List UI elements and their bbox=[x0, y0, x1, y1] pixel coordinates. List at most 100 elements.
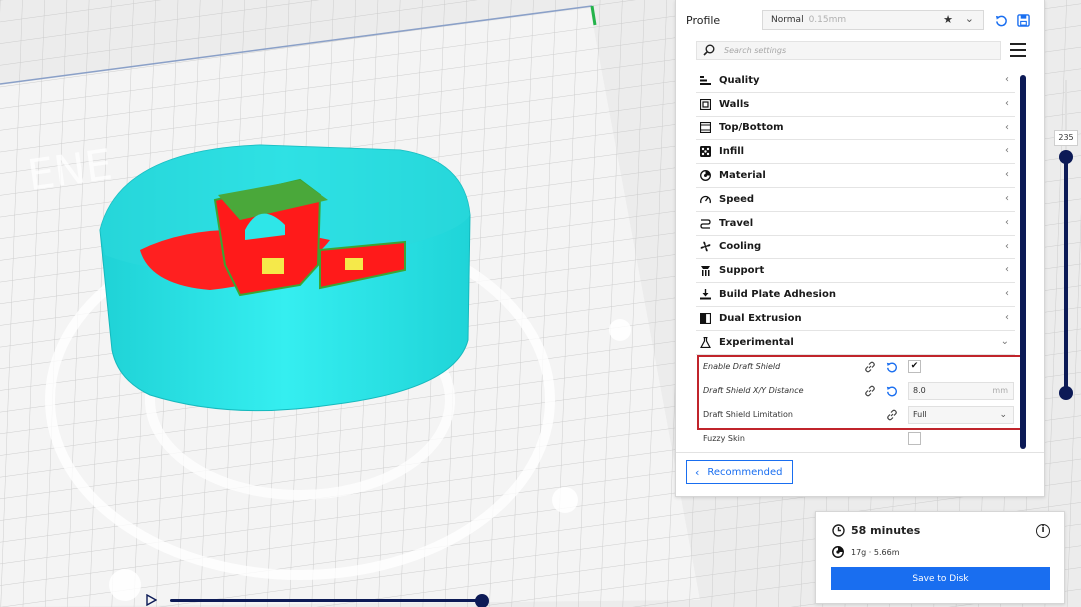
setting-label: Draft Shield X/Y Distance bbox=[703, 386, 804, 396]
draft-shield-limitation-select[interactable]: Full ⌄ bbox=[908, 405, 1014, 424]
chevron-left-icon: ‹ bbox=[1005, 240, 1009, 252]
category-build-plate-adhesion[interactable]: Build Plate Adhesion ‹ bbox=[696, 283, 1015, 307]
category-label: Quality bbox=[719, 74, 760, 86]
setting-label: Fuzzy Skin bbox=[703, 434, 745, 444]
print-time-row: 58 minutes bbox=[832, 524, 920, 537]
chevron-left-icon: ‹ bbox=[1005, 145, 1009, 157]
speed-icon bbox=[699, 193, 711, 205]
profile-dropdown[interactable]: Normal 0.15mm ★ ⌄ bbox=[762, 10, 984, 30]
category-label: Infill bbox=[719, 146, 745, 158]
dual-extrusion-icon bbox=[699, 312, 711, 324]
fuzzy-skin-checkbox[interactable] bbox=[908, 431, 921, 445]
material-usage-row: 17g · 5.66m bbox=[832, 546, 900, 558]
profile-label: Profile bbox=[686, 13, 721, 27]
layer-slider-top-handle[interactable] bbox=[1059, 150, 1073, 164]
category-dual-extrusion[interactable]: Dual Extrusion ‹ bbox=[696, 307, 1015, 331]
chevron-left-icon: ‹ bbox=[1005, 97, 1009, 109]
layer-number-field[interactable]: 235 bbox=[1054, 130, 1078, 146]
chevron-left-icon: ‹ bbox=[1005, 288, 1009, 300]
category-material[interactable]: Material ‹ bbox=[696, 164, 1015, 188]
category-quality[interactable]: Quality ‹ bbox=[696, 69, 1015, 93]
field-unit: mm bbox=[992, 385, 1008, 395]
reset-icon bbox=[995, 15, 1007, 26]
category-support[interactable]: Support ‹ bbox=[696, 259, 1015, 284]
simulation-track[interactable] bbox=[170, 599, 485, 602]
material-icon bbox=[699, 170, 711, 182]
simulation-handle[interactable] bbox=[475, 594, 489, 607]
search-icon bbox=[703, 44, 715, 56]
select-value: Full bbox=[913, 409, 927, 419]
quality-icon bbox=[699, 74, 711, 86]
print-settings-panel: Profile Normal 0.15mm ★ ⌄ Search setting… bbox=[675, 0, 1045, 497]
category-walls[interactable]: Walls ‹ bbox=[696, 93, 1015, 117]
category-speed[interactable]: Speed ‹ bbox=[696, 188, 1015, 212]
link-icon[interactable] bbox=[864, 385, 876, 400]
settings-category-list: Quality ‹ Walls ‹ Top/Bottom ‹ Infill ‹ bbox=[696, 69, 1015, 451]
save-to-disk-button[interactable]: Save to Disk bbox=[831, 567, 1050, 590]
travel-icon bbox=[699, 217, 711, 229]
category-top-bottom[interactable]: Top/Bottom ‹ bbox=[696, 117, 1015, 141]
reset-icon[interactable] bbox=[886, 385, 898, 400]
chevron-left-icon: ‹ bbox=[1005, 121, 1009, 133]
category-label: Top/Bottom bbox=[719, 122, 784, 134]
chevron-down-icon: ⌄ bbox=[999, 409, 1007, 420]
chevron-down-icon: ⌄ bbox=[964, 12, 974, 25]
support-icon bbox=[699, 265, 711, 277]
settings-search-input[interactable]: Search settings bbox=[696, 40, 1001, 60]
category-label: Walls bbox=[719, 98, 750, 110]
layer-slider-bottom-handle[interactable] bbox=[1059, 386, 1073, 400]
category-cooling[interactable]: Cooling ‹ bbox=[696, 236, 1015, 260]
top-bottom-icon bbox=[699, 122, 711, 134]
chevron-left-icon: ‹ bbox=[1005, 311, 1009, 323]
clock-icon bbox=[832, 524, 845, 537]
field-value: 8.0 bbox=[913, 385, 926, 395]
hamburger-menu-icon[interactable] bbox=[1010, 43, 1026, 57]
profile-layer-height: 0.15mm bbox=[808, 15, 847, 25]
reset-icon[interactable] bbox=[886, 361, 898, 376]
draft-shield-distance-input[interactable]: 8.0 mm bbox=[908, 381, 1014, 400]
category-travel[interactable]: Travel ‹ bbox=[696, 212, 1015, 236]
setting-label: Draft Shield Limitation bbox=[703, 410, 793, 420]
link-icon[interactable] bbox=[864, 361, 876, 376]
setting-label: Enable Draft Shield bbox=[703, 362, 781, 372]
category-label: Material bbox=[719, 170, 766, 182]
setting-draft-shield-limitation: Draft Shield Limitation Full ⌄ bbox=[696, 403, 1015, 427]
settings-scrollbar[interactable] bbox=[1020, 75, 1026, 449]
category-label: Travel bbox=[719, 217, 754, 229]
print-info-card: 58 minutes i 17g · 5.66m Save to Disk bbox=[815, 511, 1065, 604]
infill-icon bbox=[699, 146, 711, 158]
category-label: Speed bbox=[719, 193, 755, 205]
chevron-left-icon: ‹ bbox=[1005, 264, 1009, 276]
save-icon bbox=[1016, 13, 1030, 27]
link-icon[interactable] bbox=[886, 409, 898, 424]
profile-name: Normal bbox=[771, 15, 804, 25]
category-label: Support bbox=[719, 265, 765, 277]
play-icon[interactable] bbox=[145, 593, 158, 607]
category-experimental[interactable]: Experimental ⌄ bbox=[696, 331, 1015, 355]
setting-draft-shield-distance: Draft Shield X/Y Distance 8.0 mm bbox=[696, 379, 1015, 403]
layer-slider[interactable]: 235 bbox=[1054, 80, 1078, 410]
divider bbox=[676, 452, 1044, 453]
category-label: Cooling bbox=[719, 241, 762, 253]
settings-search-row: Search settings bbox=[696, 39, 1036, 61]
walls-icon bbox=[699, 98, 711, 110]
recommended-button[interactable]: ‹ Recommended bbox=[686, 460, 793, 484]
cooling-icon bbox=[699, 241, 711, 253]
setting-fuzzy-skin: Fuzzy Skin bbox=[696, 427, 1015, 451]
simulation-bar bbox=[145, 592, 495, 607]
chevron-left-icon: ‹ bbox=[1005, 74, 1009, 85]
search-placeholder: Search settings bbox=[724, 45, 787, 55]
profile-row: Profile Normal 0.15mm ★ ⌄ bbox=[686, 9, 1036, 31]
save-profile-button[interactable] bbox=[1014, 11, 1032, 29]
enable-draft-shield-checkbox[interactable]: ✔ bbox=[908, 359, 921, 373]
chevron-left-icon: ‹ bbox=[1005, 169, 1009, 181]
layer-slider-range[interactable] bbox=[1064, 156, 1068, 394]
reset-profile-button[interactable] bbox=[992, 11, 1010, 29]
setting-enable-draft-shield: Enable Draft Shield ✔ bbox=[696, 355, 1015, 379]
chevron-left-icon: ‹ bbox=[695, 465, 700, 479]
star-icon[interactable]: ★ bbox=[943, 13, 953, 26]
category-infill[interactable]: Infill ‹ bbox=[696, 140, 1015, 165]
build-plate-icon bbox=[699, 289, 711, 301]
material-usage: 17g · 5.66m bbox=[851, 547, 900, 557]
info-icon[interactable]: i bbox=[1036, 524, 1050, 538]
